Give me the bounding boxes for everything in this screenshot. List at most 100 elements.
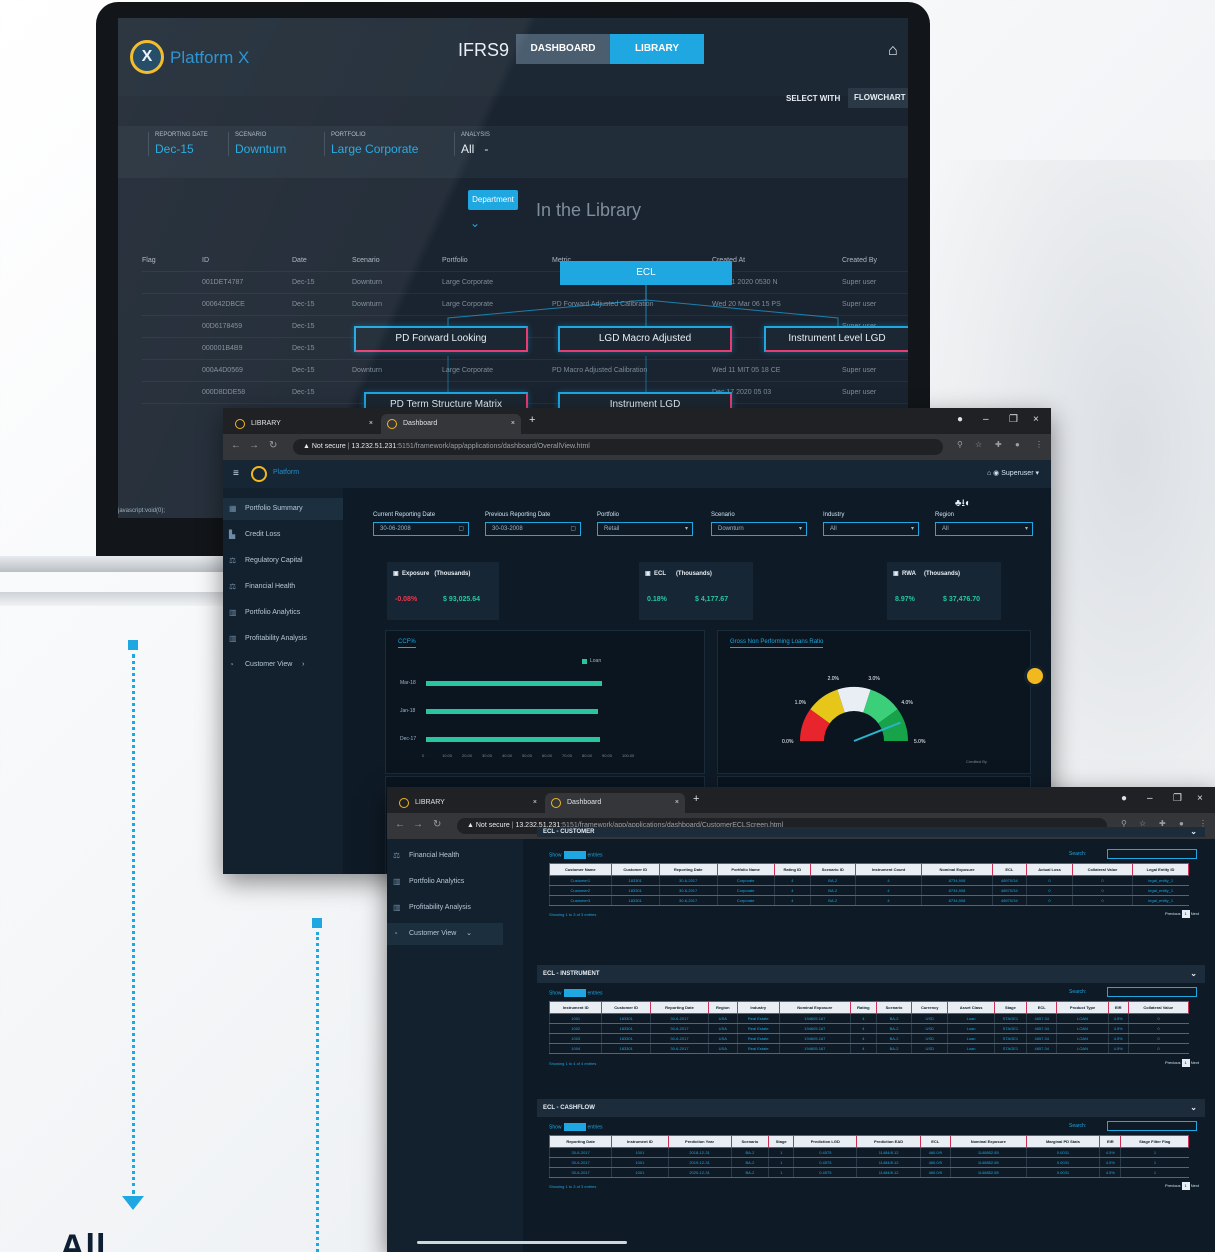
forward-icon[interactable]: → — [413, 819, 423, 830]
column-header[interactable]: Prediction Year — [667, 1135, 732, 1148]
column-header[interactable]: Customer ID — [601, 1001, 651, 1014]
column-header[interactable]: Customer Name — [549, 863, 612, 876]
settings-gear-icon[interactable] — [1024, 665, 1046, 687]
close-icon[interactable]: × — [369, 414, 373, 434]
browser-tab-dashboard[interactable]: Dashboard × — [381, 414, 521, 434]
pagination[interactable]: Previous 1 Next — [1165, 1182, 1199, 1190]
back-icon[interactable]: ← — [395, 819, 405, 830]
table-row[interactable]: Customer3 183301 30-6-2017 Corporate 4 BA-2 4 8… — [549, 895, 1189, 906]
column-header[interactable]: Reporting Date — [649, 1001, 710, 1014]
column-header[interactable]: Product Type — [1056, 1001, 1109, 1014]
horizontal-scrollbar[interactable] — [417, 1241, 627, 1244]
sidebar-item-portfolio-summary[interactable]: ▦ Portfolio Summary — [223, 498, 343, 520]
table-row[interactable]: 1003 183301 30-6-2017 USA Real Estate 194605.… — [548, 1033, 1189, 1044]
sidebar-item-portfolio-analytics[interactable]: ▥ Portfolio Analytics — [387, 871, 507, 893]
minimize-icon[interactable]: – — [983, 414, 989, 425]
column-header[interactable]: Stage — [993, 1001, 1028, 1014]
column-header[interactable]: ECL — [1026, 1001, 1058, 1014]
reload-icon[interactable]: ↻ — [433, 819, 441, 830]
back-icon[interactable]: ← — [231, 440, 241, 451]
pagination[interactable]: Previous 1 Next — [1165, 910, 1199, 918]
restore-icon[interactable]: ❐ — [1009, 414, 1018, 425]
column-header[interactable]: ECL — [991, 863, 1028, 876]
address-input[interactable]: ▲ Not secure | 13.232.51.231:5151/framew… — [293, 439, 943, 455]
tree-node-ecl[interactable]: ECL — [560, 261, 732, 285]
column-header[interactable]: Region — [708, 1001, 738, 1014]
column-header[interactable]: Marginal PD Stats — [1025, 1135, 1101, 1148]
search-input[interactable] — [1107, 987, 1197, 997]
filter-previous-date[interactable]: Previous Reporting Date 30-03-2008 ▢ — [485, 512, 581, 536]
column-header[interactable]: EIR — [1107, 1001, 1129, 1014]
hamburger-icon[interactable]: ≡ — [233, 468, 239, 479]
table-row[interactable]: 1004 183301 30-6-2017 USA Real Estate 194605.… — [548, 1043, 1189, 1054]
column-header[interactable]: ECL — [919, 1135, 951, 1148]
close-icon[interactable]: × — [675, 793, 679, 813]
column-header[interactable]: EIR — [1099, 1135, 1122, 1148]
new-tab-icon[interactable]: + — [529, 414, 535, 426]
column-header[interactable]: Prediction EAD — [856, 1135, 921, 1148]
column-header[interactable]: Legal Entity ID — [1131, 863, 1190, 876]
filter-scenario[interactable]: Scenario Downturn ▾ — [711, 512, 807, 536]
entries-selector[interactable]: Show entries — [549, 851, 603, 859]
column-header[interactable]: Industry — [736, 1001, 780, 1014]
close-icon[interactable]: × — [533, 793, 537, 813]
account-icon[interactable]: ● — [1015, 440, 1020, 449]
chevron-down-icon[interactable]: ⌄ — [1190, 965, 1197, 983]
column-header[interactable]: Currency — [911, 1001, 949, 1014]
window-close-icon[interactable]: × — [1033, 414, 1039, 425]
entries-selector[interactable]: Show entries — [549, 1123, 603, 1131]
new-tab-icon[interactable]: + — [693, 793, 699, 805]
bar[interactable] — [426, 737, 600, 742]
platform-logo-icon[interactable] — [251, 466, 267, 482]
sidebar-item-customer-view[interactable]: ◔ Customer View ⌄ — [387, 923, 503, 945]
bar[interactable] — [426, 681, 602, 686]
zoom-icon[interactable]: ⚲ — [957, 440, 963, 449]
entries-selector[interactable]: Show entries — [549, 989, 603, 997]
star-icon[interactable]: ☆ — [975, 440, 982, 449]
column-header[interactable]: Nominal Exposure — [778, 1001, 851, 1014]
column-header[interactable]: Reporting Date — [658, 863, 718, 876]
tree-node-pd-forward-looking[interactable]: PD Forward Looking — [354, 326, 528, 352]
column-header[interactable]: Stage — [768, 1135, 795, 1148]
column-header[interactable]: Prediction LGD — [793, 1135, 858, 1148]
chevron-down-icon[interactable]: ⌄ — [1190, 827, 1197, 837]
sidebar-item-customer-view[interactable]: ◔ Customer View › — [223, 654, 343, 676]
filter-current-date[interactable]: Current Reporting Date 30-06-2008 ▢ — [373, 512, 469, 536]
sidebar-item-credit-loss[interactable]: ▙ Credit Loss — [223, 524, 343, 546]
user-menu[interactable]: ⌂ ◉ Superuser ▾ — [987, 469, 1039, 477]
column-header[interactable]: Asset Class — [947, 1001, 995, 1014]
chevron-down-icon[interactable]: ⌄ — [1190, 1099, 1197, 1117]
close-icon[interactable]: × — [511, 414, 515, 434]
sidebar-item-financial-health[interactable]: ⚖ Financial Health — [223, 576, 343, 598]
column-header[interactable]: Rating — [849, 1001, 878, 1014]
restore-icon[interactable]: ❐ — [1173, 793, 1182, 804]
extensions-icon[interactable]: ✚ — [995, 440, 1002, 449]
column-header[interactable]: Collateral Value — [1072, 863, 1133, 876]
column-header[interactable]: Scenario — [876, 1001, 913, 1014]
column-header[interactable]: Scenario — [730, 1135, 770, 1148]
sidebar-item-profitability-analysis[interactable]: ▥ Profitability Analysis — [223, 628, 343, 650]
section-header[interactable]: ECL - INSTRUMENT ⌄ — [537, 965, 1205, 983]
column-header[interactable]: Reporting Date — [548, 1135, 613, 1148]
table-row[interactable]: Customer2 183301 30-6-2017 Corporate 4 BA-2 4 8… — [549, 885, 1189, 896]
table-row[interactable]: 1002 183301 30-6-2017 USA Real Estate 194605.… — [548, 1023, 1189, 1034]
browser-tab-library[interactable]: LIBRARY × — [229, 414, 379, 434]
browser-tab-library[interactable]: LIBRARY × — [393, 793, 543, 813]
column-header[interactable]: Instrument ID — [548, 1001, 603, 1014]
sidebar-item-financial-health[interactable]: ⚖ Financial Health — [387, 845, 507, 867]
column-header[interactable]: Nominal Exposure — [949, 1135, 1027, 1148]
sidebar-item-profitability-analysis[interactable]: ▥ Profitability Analysis — [387, 897, 507, 919]
reload-icon[interactable]: ↻ — [269, 440, 277, 451]
window-close-icon[interactable]: × — [1197, 793, 1203, 804]
search-input[interactable] — [1107, 849, 1197, 859]
column-header[interactable]: Instrument ID — [611, 1135, 669, 1148]
table-row[interactable]: 1001 183301 30-6-2017 USA Real Estate 194605.… — [548, 1013, 1189, 1024]
bar[interactable] — [426, 709, 598, 714]
profile-icon[interactable]: ● — [1121, 793, 1127, 804]
column-header[interactable]: Rating ID — [773, 863, 811, 876]
column-header[interactable]: Customer ID — [610, 863, 660, 876]
filter-region[interactable]: Region All ▾ — [935, 512, 1033, 536]
tree-node-lgd-macro-adjusted[interactable]: LGD Macro Adjusted — [558, 326, 732, 352]
column-header[interactable]: Stage Filter Flag — [1120, 1135, 1189, 1148]
column-header[interactable]: Portfolio Name — [716, 863, 775, 876]
